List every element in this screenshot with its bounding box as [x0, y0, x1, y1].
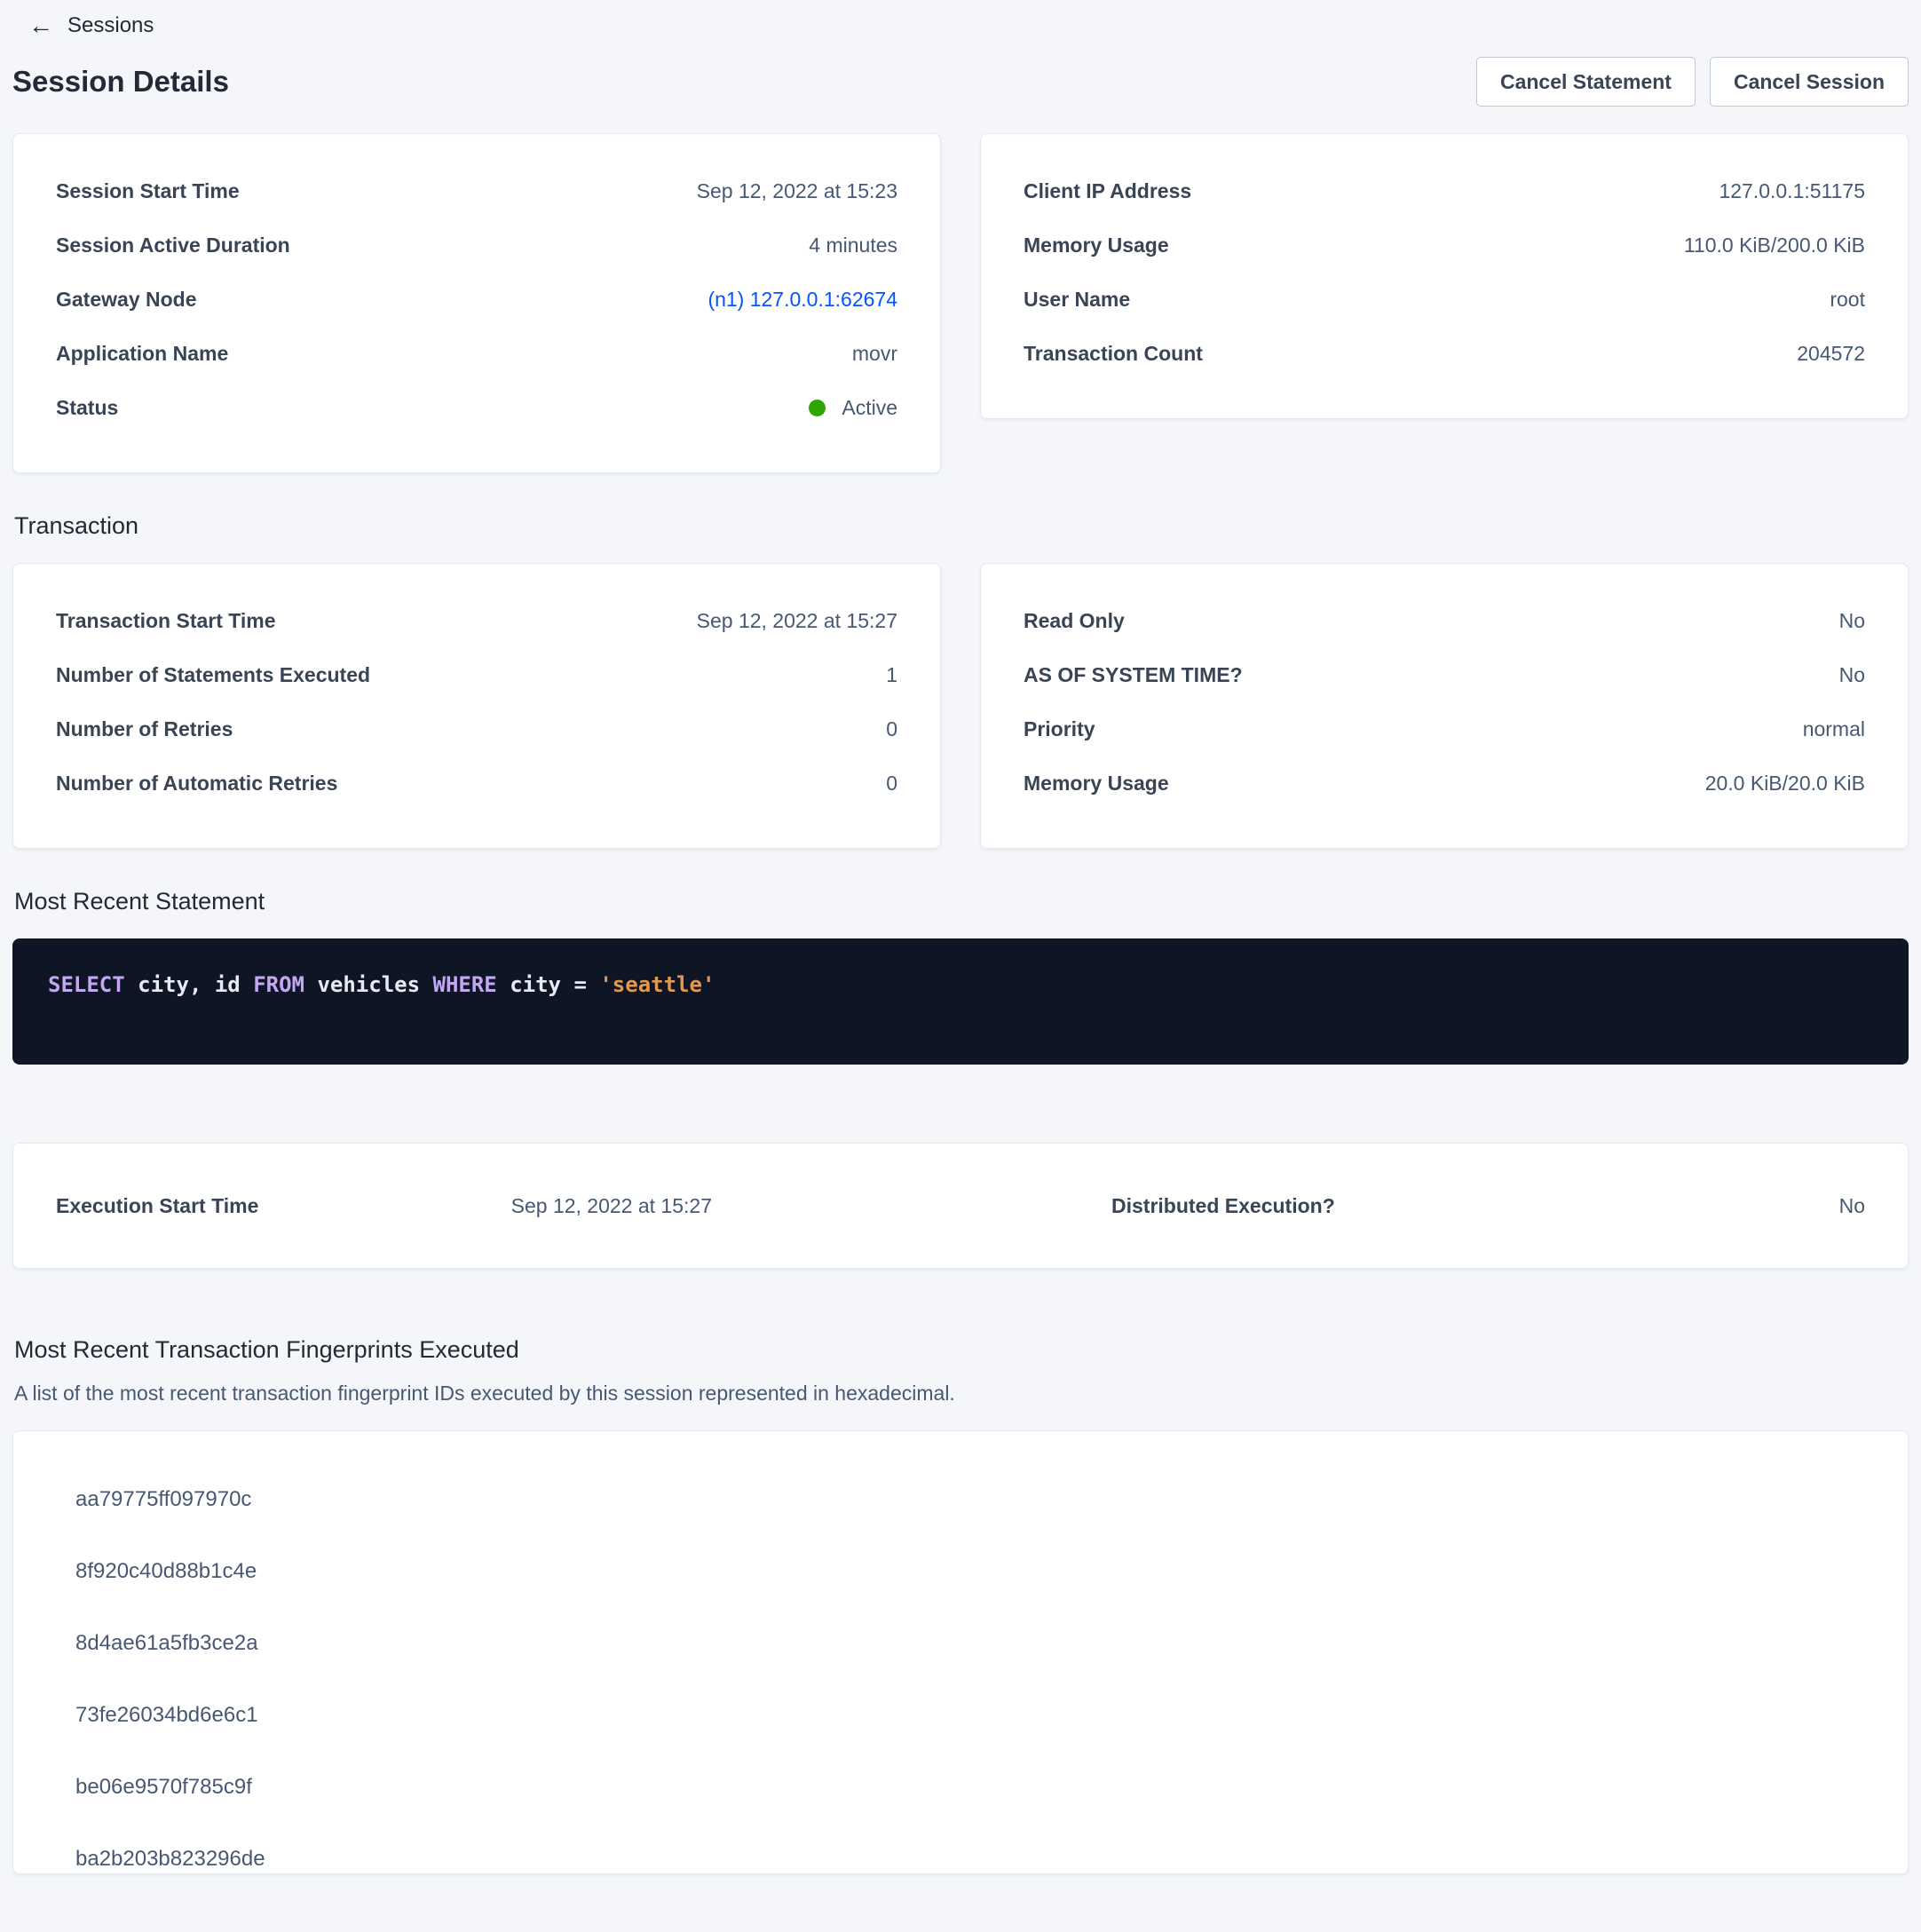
row-priority: Priority normal: [1024, 702, 1865, 756]
sql-token-plain: city =: [497, 972, 600, 997]
session-overview-grid: Session Start TimeSep 12, 2022 at 15:23S…: [12, 133, 1909, 473]
row-value: Active: [809, 396, 897, 420]
row-label: Status: [56, 396, 118, 420]
row-value: 1: [886, 663, 897, 687]
execution-start-time-label: Execution Start Time: [56, 1194, 258, 1218]
row-label: Number of Automatic Retries: [56, 772, 337, 796]
distributed-execution-label: Distributed Execution?: [1111, 1194, 1335, 1218]
row-as-of-system-time: AS OF SYSTEM TIME? No: [1024, 648, 1865, 702]
status-active-dot-icon: [809, 400, 826, 416]
breadcrumb: ← Sessions: [12, 9, 1909, 43]
row-label: Application Name: [56, 342, 228, 366]
row-label: Memory Usage: [1024, 772, 1169, 796]
distributed-execution-item: Distributed Execution? No: [960, 1194, 1865, 1218]
row-value: Sep 12, 2022 at 15:23: [697, 179, 897, 203]
sql-token-keyword: WHERE: [433, 972, 497, 997]
fingerprint-item: ba2b203b823296de: [75, 1823, 1865, 1895]
row-number-of-automatic-retries: Number of Automatic Retries 0: [56, 756, 897, 811]
row-label: Session Active Duration: [56, 234, 290, 257]
row-label: Memory Usage: [1024, 234, 1169, 257]
gateway-node-link[interactable]: (n1) 127.0.0.1:62674: [708, 288, 897, 311]
sql-token-string: 'seattle': [599, 972, 715, 997]
page-title: Session Details: [12, 65, 229, 99]
title-row: Session Details Cancel Statement Cancel …: [12, 57, 1909, 107]
row-value: normal: [1803, 717, 1865, 741]
row-transaction-start-time: Transaction Start Time Sep 12, 2022 at 15…: [56, 594, 897, 648]
row-value: Sep 12, 2022 at 15:27: [697, 609, 897, 633]
row-status: Status Active: [56, 381, 897, 435]
row-session-start-time: Session Start Time Sep 12, 2022 at 15:23: [56, 164, 897, 218]
row-value: 0: [886, 717, 897, 741]
fingerprints-card: aa79775ff097970c8f920c40d88b1c4e8d4ae61a…: [12, 1430, 1909, 1874]
row-client-ip-address: Client IP Address 127.0.0.1:51175: [1024, 164, 1865, 218]
row-label: Read Only: [1024, 609, 1125, 633]
distributed-execution-value: No: [1335, 1194, 1865, 1218]
back-arrow-icon[interactable]: ←: [28, 13, 53, 38]
sql-token-keyword: SELECT: [48, 972, 125, 997]
execution-card: Execution Start Time Sep 12, 2022 at 15:…: [12, 1143, 1909, 1269]
row-number-of-retries: Number of Retries 0: [56, 702, 897, 756]
transaction-details-card: Transaction Start Time Sep 12, 2022 at 15…: [12, 563, 941, 849]
fingerprint-item: aa79775ff097970c: [75, 1463, 1865, 1535]
row-value: No: [1839, 663, 1865, 687]
fingerprint-item: 8d4ae61a5fb3ce2a: [75, 1607, 1865, 1679]
row-label: User Name: [1024, 288, 1130, 312]
page-actions: Cancel Statement Cancel Session: [1476, 57, 1909, 107]
fingerprints-section-heading: Most Recent Transaction Fingerprints Exe…: [12, 1336, 1909, 1364]
execution-start-time-value: Sep 12, 2022 at 15:27: [258, 1194, 960, 1218]
sql-token-plain: vehicles: [304, 972, 433, 997]
row-value: 4 minutes: [809, 234, 897, 257]
row-session-active-duration: Session Active Duration 4 minutes: [56, 218, 897, 273]
sql-statement-box: SELECT city, id FROM vehicles WHERE city…: [12, 938, 1909, 1065]
fingerprint-item: 73fe26034bd6e6c1: [75, 1679, 1865, 1751]
row-label: Gateway Node: [56, 288, 197, 312]
fingerprint-item: 8f920c40d88b1c4e: [75, 1535, 1865, 1607]
row-value: 20.0 KiB/20.0 KiB: [1705, 772, 1865, 796]
fingerprint-item: be06e9570f785c9f: [75, 1751, 1865, 1823]
row-value: movr: [852, 342, 897, 366]
row-memory-usage: Memory Usage 110.0 KiB/200.0 KiB: [1024, 218, 1865, 273]
sql-token-plain: city, id: [125, 972, 254, 997]
row-value: root: [1830, 288, 1865, 312]
back-to-sessions-link[interactable]: Sessions: [67, 13, 154, 38]
row-value: No: [1839, 609, 1865, 633]
statement-section-heading: Most Recent Statement: [12, 888, 1909, 915]
row-read-only: Read Only No: [1024, 594, 1865, 648]
cancel-statement-button[interactable]: Cancel Statement: [1476, 57, 1696, 107]
row-number-of-statements-executed: Number of Statements Executed 1: [56, 648, 897, 702]
transaction-props-card: Read Only No AS OF SYSTEM TIME? No Priority n…: [980, 563, 1909, 849]
row-label: Client IP Address: [1024, 179, 1191, 203]
row-label: Transaction Count: [1024, 342, 1203, 366]
row-transaction-count: Transaction Count 204572: [1024, 327, 1865, 381]
row-label: AS OF SYSTEM TIME?: [1024, 663, 1243, 687]
row-gateway-node: Gateway Node (n1) 127.0.0.1:62674: [56, 273, 897, 327]
transaction-grid: Transaction Start Time Sep 12, 2022 at 15…: [12, 563, 1909, 849]
row-memory-usage: Memory Usage 20.0 KiB/20.0 KiB: [1024, 756, 1865, 811]
sql-token-keyword: FROM: [253, 972, 304, 997]
row-label: Priority: [1024, 717, 1095, 741]
row-application-name: Application Name movr: [56, 327, 897, 381]
cancel-session-button[interactable]: Cancel Session: [1710, 57, 1909, 107]
row-value: 110.0 KiB/200.0 KiB: [1684, 234, 1865, 257]
fingerprints-description: A list of the most recent transaction fi…: [12, 1382, 1909, 1405]
row-value: 0: [886, 772, 897, 796]
transaction-section-heading: Transaction: [12, 512, 1909, 540]
row-label: Transaction Start Time: [56, 609, 276, 633]
row-value: 127.0.0.1:51175: [1719, 179, 1865, 203]
execution-start-time-item: Execution Start Time Sep 12, 2022 at 15:…: [56, 1194, 960, 1218]
row-value: 204572: [1797, 342, 1865, 366]
row-label: Number of Statements Executed: [56, 663, 370, 687]
row-user-name: User Name root: [1024, 273, 1865, 327]
row-label: Session Start Time: [56, 179, 240, 203]
row-value: (n1) 127.0.0.1:62674: [708, 288, 897, 312]
session-client-card: Client IP Address 127.0.0.1:51175 Memory U…: [980, 133, 1909, 419]
row-label: Number of Retries: [56, 717, 233, 741]
session-details-card: Session Start TimeSep 12, 2022 at 15:23S…: [12, 133, 941, 473]
